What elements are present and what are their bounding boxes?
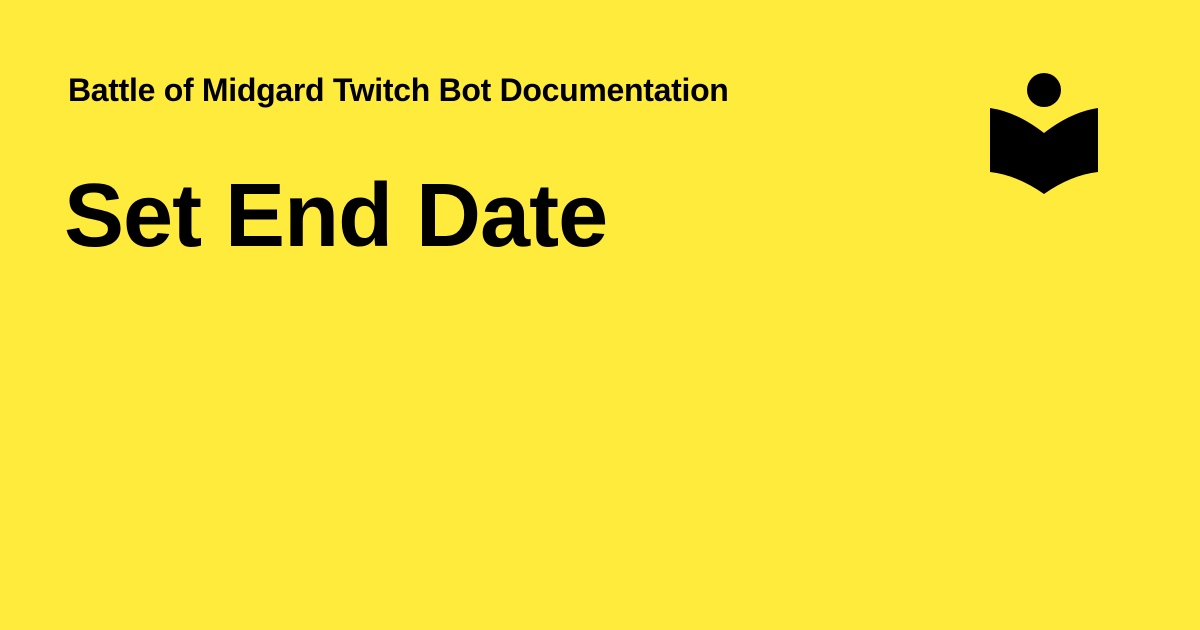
reading-person-book-icon [990,73,1098,194]
page-title: Set End Date [64,166,608,266]
site-name: Battle of Midgard Twitch Bot Documentati… [68,72,729,108]
social-card: Battle of Midgard Twitch Bot Documentati… [0,0,1200,630]
